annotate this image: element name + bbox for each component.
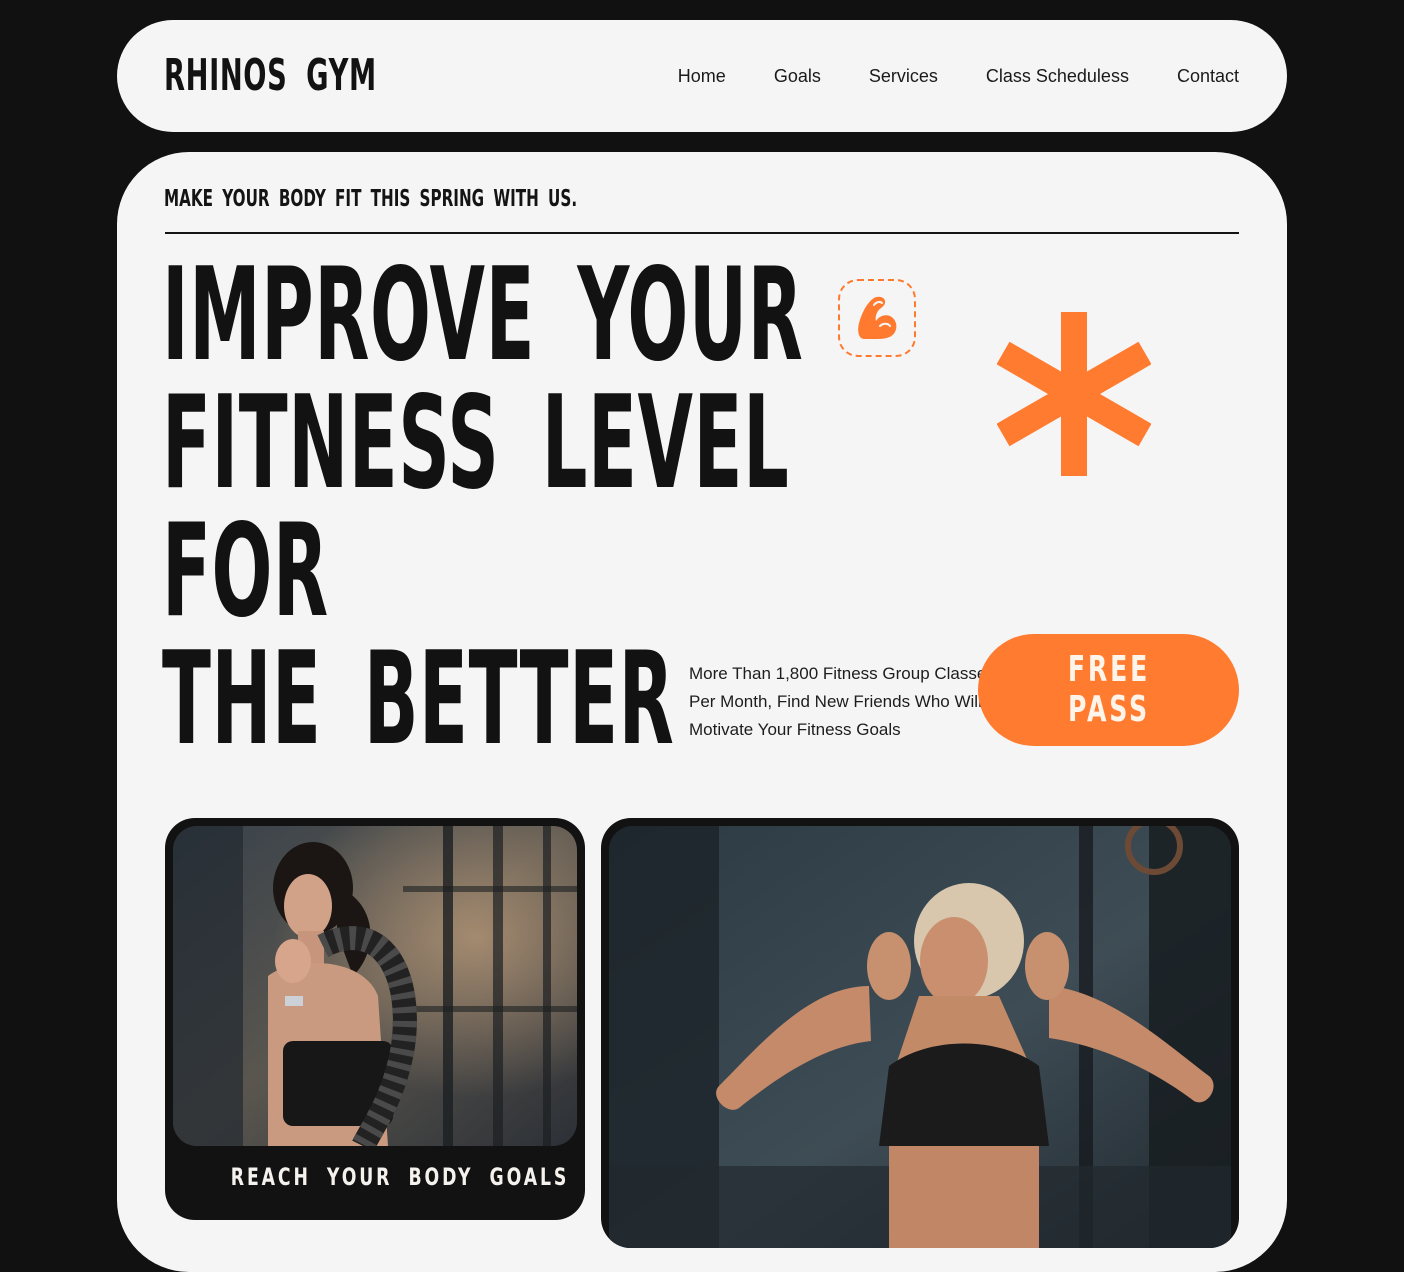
nav-link-class-schedules[interactable]: Class Scheduless	[986, 66, 1129, 87]
asterisk-icon	[997, 312, 1151, 476]
headline-line-4: THE BETTER	[162, 625, 675, 774]
top-navbar: RHINOS GYM Home Goals Services Class Sch…	[117, 20, 1287, 132]
brand-logo[interactable]: RHINOS GYM	[164, 46, 377, 106]
hero-card: MAKE YOUR BODY FIT THIS SPRING WITH US. …	[117, 152, 1287, 1272]
training-photo-card[interactable]	[601, 818, 1239, 1248]
flexed-bicep-icon	[858, 296, 897, 339]
hero-tagline: MAKE YOUR BODY FIT THIS SPRING WITH US.	[164, 186, 578, 212]
nav-link-services[interactable]: Services	[869, 66, 938, 87]
headline-line-1: IMPROVE YOUR	[162, 241, 804, 390]
headline-line-2: FITNESS LEVEL	[162, 369, 790, 518]
free-pass-button[interactable]: FREE PASS	[978, 634, 1239, 746]
nav-link-goals[interactable]: Goals	[774, 66, 821, 87]
nav-link-home[interactable]: Home	[678, 66, 726, 87]
headline-line-3: FOR	[162, 497, 329, 646]
hero-description: More Than 1,800 Fitness Group Classes Pe…	[689, 664, 995, 739]
reach-goals-card[interactable]: REACH YOUR BODY GOALS	[165, 818, 585, 1220]
nav-link-contact[interactable]: Contact	[1177, 66, 1239, 87]
woman-with-battle-rope-photo	[173, 826, 577, 1146]
card-caption: REACH YOUR BODY GOALS	[165, 1162, 585, 1192]
flexed-bicep-badge	[838, 279, 916, 357]
nav-links: Home Goals Services Class Scheduless Con…	[678, 20, 1239, 132]
free-pass-label: FREE PASS	[1067, 649, 1150, 730]
card-caption-text: REACH YOUR BODY GOALS	[230, 1163, 570, 1191]
tagline-divider	[165, 232, 1239, 234]
woman-stretching-arms-photo	[609, 826, 1231, 1248]
